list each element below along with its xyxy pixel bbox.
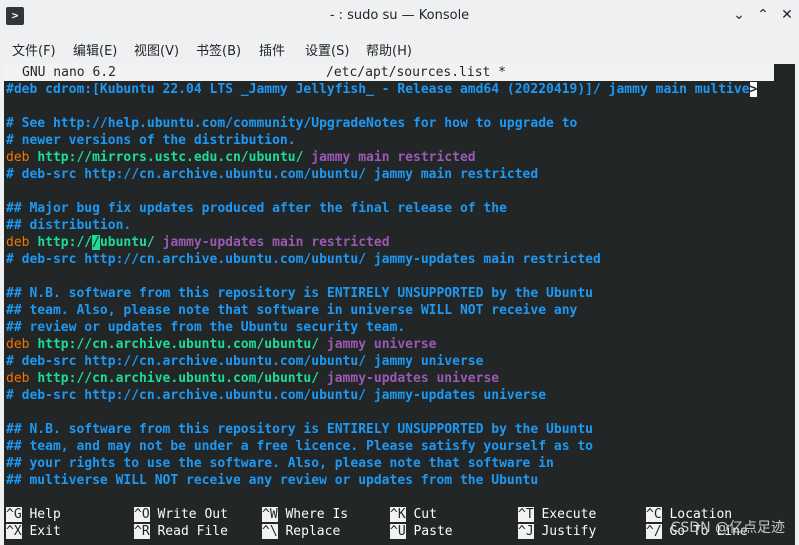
line-overflow-marker: >	[749, 82, 758, 97]
shortcut-label: Help	[29, 507, 61, 522]
editor-line[interactable]: deb http://cn.archive.ubuntu.com/ubuntu/…	[6, 336, 436, 353]
repo-url-start: http://	[37, 235, 93, 250]
shortcut-key: ^R	[134, 524, 150, 539]
editor-line[interactable]: deb http://cn.archive.ubuntu.com/ubuntu/…	[6, 370, 499, 387]
shortcut-key: ^O	[134, 507, 150, 522]
menu-help[interactable]: 帮助(H)	[366, 40, 412, 59]
shortcut-where-is[interactable]: ^W Where Is	[262, 506, 348, 523]
shortcut-replace[interactable]: ^\ Replace	[262, 523, 340, 540]
repo-url: http://cn.archive.ubuntu.com/ubuntu/	[37, 337, 320, 352]
menu-bookmarks[interactable]: 书签(B)	[196, 40, 241, 59]
shortcut-exit[interactable]: ^X Exit	[6, 523, 61, 540]
shortcut-key: ^U	[390, 524, 406, 539]
shortcut-key: ^/	[646, 524, 662, 539]
shortcut-key: ^X	[6, 524, 22, 539]
shortcut-cut[interactable]: ^K Cut	[390, 506, 437, 523]
editor-line[interactable]: ## multiverse WILL NOT receive any revie…	[6, 472, 538, 489]
editor-line[interactable]: # deb-src http://cn.archive.ubuntu.com/u…	[6, 251, 601, 268]
close-button[interactable]: ✕	[777, 7, 797, 27]
deb-keyword: deb	[6, 337, 30, 352]
editor-line[interactable]: ## N.B. software from this repository is…	[6, 421, 593, 438]
minimize-button[interactable]: ⌄	[729, 7, 749, 27]
line-text: #deb cdrom:[Kubuntu 22.04 LTS _Jammy Jel…	[6, 82, 750, 97]
shortcut-label: Justify	[541, 524, 597, 539]
editor-line[interactable]: ## distribution.	[6, 217, 131, 234]
editor-line[interactable]: ## team. Also, please note that software…	[6, 302, 577, 319]
editor-line[interactable]: #deb cdrom:[Kubuntu 22.04 LTS _Jammy Jel…	[6, 81, 758, 98]
editor-line[interactable]: # See http://help.ubuntu.com/community/U…	[6, 115, 577, 132]
shortcut-justify[interactable]: ^J Justify	[518, 523, 596, 540]
editor-line[interactable]: # deb-src http://cn.archive.ubuntu.com/u…	[6, 387, 546, 404]
shortcut-label: Read File	[157, 524, 228, 539]
window-title: - : sudo su — Konsole	[329, 8, 470, 23]
shortcut-key: ^C	[646, 507, 662, 522]
shortcut-paste[interactable]: ^U Paste	[390, 523, 453, 540]
repo-components: jammy-updates universe	[326, 371, 500, 386]
shortcut-key: ^J	[518, 524, 534, 539]
repo-components: jammy universe	[326, 337, 437, 352]
shortcut-label: Exit	[29, 524, 61, 539]
editor-line[interactable]: ## review or updates from the Ubuntu sec…	[6, 319, 405, 336]
shortcut-label: Cut	[413, 507, 437, 522]
shortcut-label: Replace	[285, 524, 341, 539]
menu-edit[interactable]: 编辑(E)	[73, 40, 117, 59]
shortcut-write-out[interactable]: ^O Write Out	[134, 506, 228, 523]
shortcut-key: ^W	[262, 507, 278, 522]
repo-components: jammy main restricted	[311, 150, 476, 165]
shortcut-help[interactable]: ^G Help	[6, 506, 61, 523]
shortcut-key: ^K	[390, 507, 406, 522]
csdn-watermark: CSDN @亿点足迹	[670, 520, 785, 536]
shortcut-label: Where Is	[285, 507, 349, 522]
editor-line[interactable]: # deb-src http://cn.archive.ubuntu.com/u…	[6, 166, 538, 183]
shortcut-read-file[interactable]: ^R Read File	[134, 523, 228, 540]
menu-file[interactable]: 文件(F)	[12, 40, 56, 59]
nano-filename: /etc/apt/sources.list *	[326, 65, 507, 80]
repo-url: http://cn.archive.ubuntu.com/ubuntu/	[37, 371, 320, 386]
editor-line[interactable]: ## Major bug fix updates produced after …	[6, 200, 507, 217]
terminal-area[interactable]: GNU nano 6.2 /etc/apt/sources.list * #de…	[4, 64, 795, 545]
repo-url-end: ubuntu/	[99, 235, 155, 250]
editor-line[interactable]: ## N.B. software from this repository is…	[6, 285, 593, 302]
shortcut-key: ^\	[262, 524, 278, 539]
editor-line[interactable]: ## team, and may not be under a free lic…	[6, 438, 593, 455]
repo-url: http://mirrors.ustc.edu.cn/ubuntu/	[37, 150, 304, 165]
deb-keyword: deb	[6, 371, 30, 386]
deb-keyword: deb	[6, 235, 30, 250]
nano-header: GNU nano 6.2 /etc/apt/sources.list *	[4, 64, 774, 81]
text-cursor: /	[92, 235, 100, 250]
nano-version: GNU nano 6.2	[22, 65, 116, 80]
maximize-button[interactable]: ⌃	[753, 7, 773, 27]
shortcut-key: ^T	[518, 507, 534, 522]
menu-view[interactable]: 视图(V)	[134, 40, 179, 59]
deb-keyword: deb	[6, 150, 30, 165]
repo-components: jammy-updates main restricted	[162, 235, 390, 250]
menu-settings[interactable]: 设置(S)	[305, 40, 349, 59]
shortcut-label: Paste	[413, 524, 453, 539]
shortcut-execute[interactable]: ^T Execute	[518, 506, 596, 523]
menu-plugins[interactable]: 插件	[259, 40, 285, 59]
menu-bar: 文件(F) 编辑(E) 视图(V) 书签(B) 插件 设置(S) 帮助(H)	[0, 33, 799, 63]
editor-line[interactable]: ## your rights to use the software. Also…	[6, 455, 554, 472]
shortcut-label: Execute	[541, 507, 597, 522]
window-titlebar[interactable]: > - : sudo su — Konsole ⌄ ⌃ ✕	[0, 0, 799, 33]
editor-line[interactable]: deb http:///ubuntu/ jammy-updates main r…	[6, 234, 390, 251]
editor-line[interactable]: # newer versions of the distribution.	[6, 132, 296, 149]
shortcut-key: ^G	[6, 507, 22, 522]
editor-line[interactable]: # deb-src http://cn.archive.ubuntu.com/u…	[6, 353, 483, 370]
shortcut-label: Write Out	[157, 507, 228, 522]
editor-line[interactable]: deb http://mirrors.ustc.edu.cn/ubuntu/ j…	[6, 149, 476, 166]
